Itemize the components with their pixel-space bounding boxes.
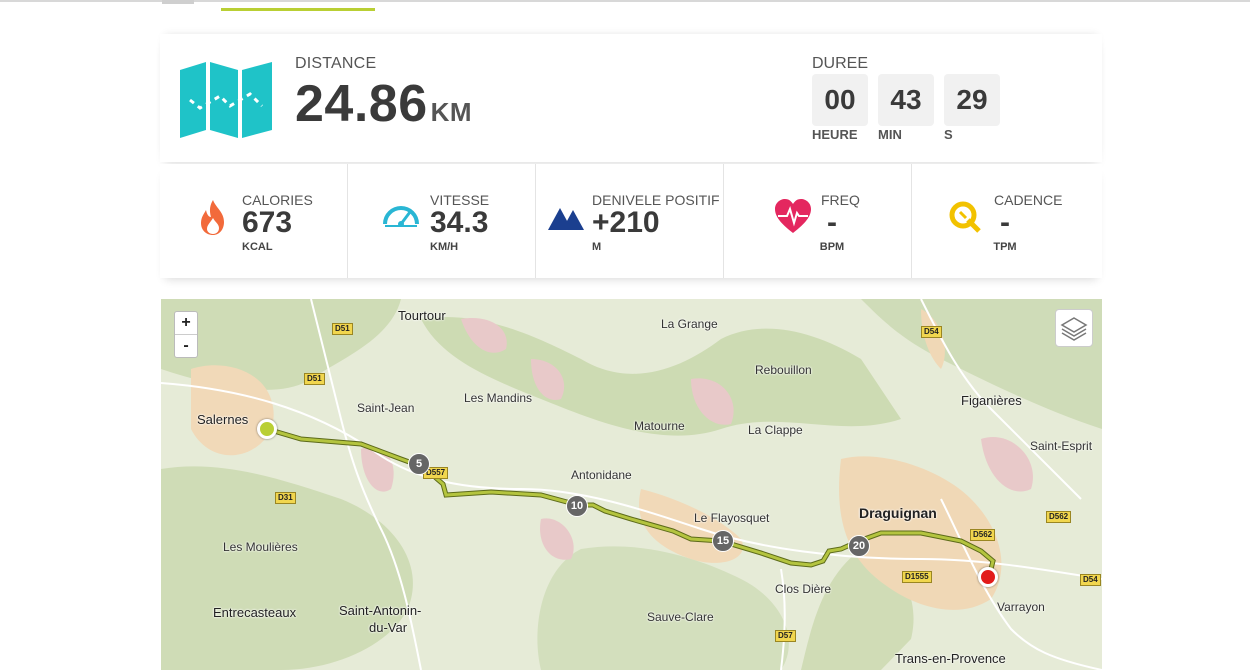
place-label: Varrayon [997,600,1045,614]
road-label: D562 [1046,511,1072,523]
road-label: D54 [1080,574,1101,586]
distance-unit: KM [430,97,473,127]
place-label: Entrecasteaux [213,605,297,620]
duration-minutes: 43 [878,74,934,126]
stat-value: 34.3 [430,206,489,239]
stat-unit: M [592,241,602,253]
road-label: D51 [304,373,325,385]
speedometer-icon [383,206,419,227]
place-label: La Clappe [748,423,803,437]
road-label: D57 [775,630,796,642]
place-label: Saint-Jean [357,401,415,415]
stat-value: 673 [242,206,293,239]
place-label: Tourtour [398,308,446,323]
place-label: Salernes [197,412,249,427]
distance-label: DISTANCE [295,55,377,72]
layers-icon [1060,317,1088,341]
heart-rate-icon [775,199,811,233]
road-label: D1555 [902,571,932,583]
stat-value: - [827,206,837,239]
zoom-in-button[interactable]: + [175,312,197,335]
flame-icon [201,200,224,235]
duration-label: DUREE [812,55,869,72]
layers-button[interactable] [1055,309,1093,347]
road-label: D54 [921,326,942,338]
place-label: Clos Dière [775,582,832,596]
place-label: Saint-Antonin- [339,603,422,618]
stats-row: CALORIES 673 KCAL VITESSE 34.3 KM/H DENI… [160,164,1102,278]
duration-seconds: 29 [944,74,1000,126]
distance-number: 24.86 [295,75,428,133]
stat-cadence: CADENCE - TPM [912,164,1102,278]
tab-indicator-active[interactable] [221,8,375,11]
route-map-icon [180,62,272,138]
zoom-control: + - [174,311,198,358]
place-label: du-Var [369,620,408,635]
road-label: D51 [332,323,353,335]
place-label: Le Flayosquet [694,511,770,525]
stat-value: +210 [592,206,660,239]
stat-heart-rate: FREQ - BPM [724,164,912,278]
cadence-icon [949,201,981,233]
stat-unit: KCAL [242,241,273,253]
km-marker[interactable]: 20 [848,535,870,557]
road-label: D31 [275,492,296,504]
stat-value: - [1000,206,1010,239]
finish-marker[interactable] [978,567,998,587]
route-map[interactable]: + - Tourtour La Grange Rebouillon Figani… [161,299,1102,670]
place-label: Antonidane [571,468,632,482]
start-marker[interactable] [257,419,277,439]
stat-unit: TPM [993,241,1017,253]
stat-unit: KM/H [430,241,459,253]
duration-hours: 00 [812,74,868,126]
zoom-out-button[interactable]: - [175,335,197,357]
map-background [161,299,1102,670]
minutes-unit: MIN [878,127,902,142]
stat-calories: CALORIES 673 KCAL [160,164,348,278]
km-marker[interactable]: 5 [408,453,430,475]
place-label: Sauve-Clare [647,610,714,624]
hours-unit: HEURE [812,127,858,142]
place-label: Draguignan [859,505,937,521]
km-marker[interactable]: 10 [566,495,588,517]
distance-value: 24.86 KM [295,74,472,134]
tab-indicator-inactive [162,0,194,4]
road-label: D562 [970,529,996,541]
place-label: Les Mandins [464,391,533,405]
stat-elevation: DENIVELE POSITIF +210 M [536,164,724,278]
stat-unit: BPM [819,241,845,253]
place-label: Figanières [961,393,1022,408]
place-label: Rebouillon [755,363,812,377]
place-label: Matourne [634,419,685,433]
place-label: Trans-en-Provence [895,651,1006,666]
place-label: La Grange [661,317,718,331]
summary-panel: DISTANCE 24.86 KM DUREE 00 43 29 HEURE MI… [160,34,1102,162]
seconds-unit: S [944,127,953,142]
place-label: Les Moulières [223,540,298,554]
mountain-icon [548,208,584,230]
km-marker[interactable]: 15 [712,530,734,552]
stat-speed: VITESSE 34.3 KM/H [348,164,536,278]
place-label: Saint-Esprit [1030,439,1093,453]
